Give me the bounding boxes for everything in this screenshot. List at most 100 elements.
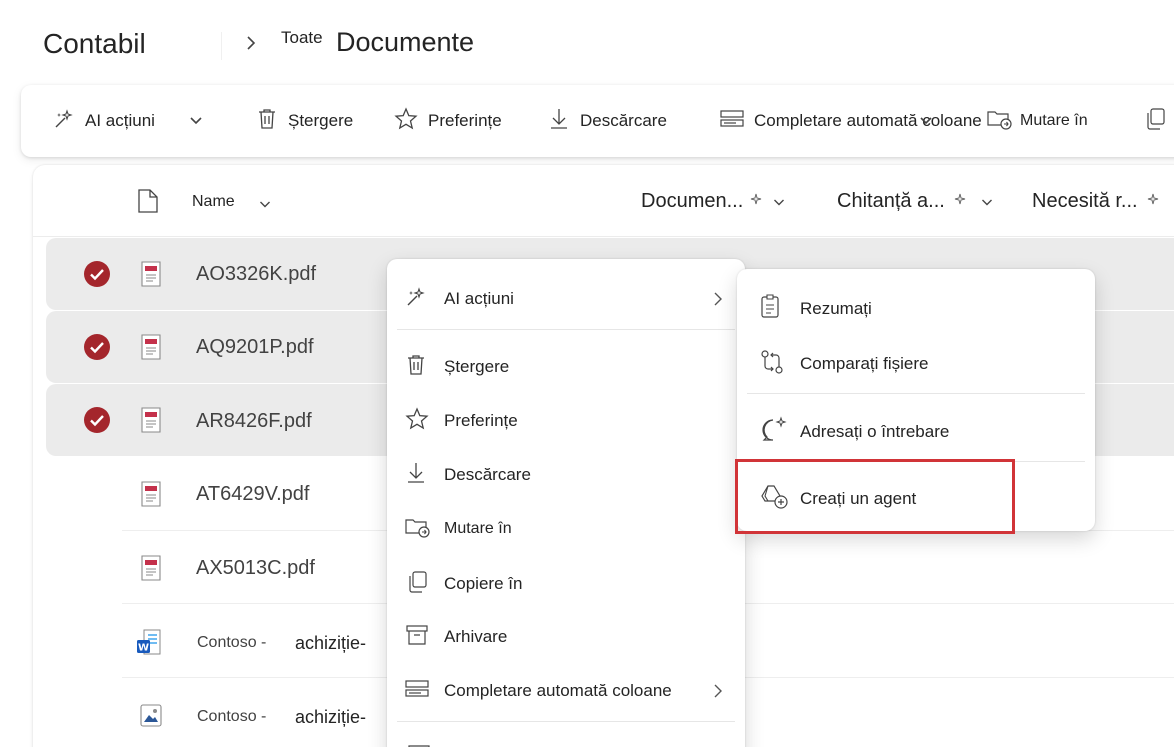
column-header-label: Chitanță a...	[837, 190, 945, 212]
file-name[interactable]: AQ9201P.pdf	[196, 336, 314, 359]
menu-item-label: Completare automată coloane	[444, 681, 672, 700]
trash-icon	[256, 107, 278, 136]
svg-text:W: W	[138, 643, 149, 654]
menu-item-label: AI acțiuni	[444, 289, 514, 308]
checkmark-icon[interactable]	[83, 406, 111, 439]
star-icon	[405, 406, 429, 436]
menu-item-ai-actions[interactable]: AI acțiuni	[405, 281, 733, 317]
file-name-continued[interactable]: achiziție-	[287, 633, 375, 654]
download-label: Descărcare	[580, 111, 667, 130]
checkmark-icon[interactable]	[83, 333, 111, 366]
image-file-icon	[140, 703, 162, 734]
autofill-columns-icon	[405, 679, 429, 704]
menu-item-label: Copiere în	[444, 574, 523, 593]
breadcrumb-view-label[interactable]: Toate	[281, 28, 323, 48]
trash-icon	[405, 353, 427, 382]
favorites-button[interactable]: Preferințe	[394, 85, 502, 157]
chevron-down-icon[interactable]	[259, 196, 271, 214]
submenu-item-label: Comparați fișiere	[800, 354, 929, 373]
copy-to-button[interactable]	[1143, 85, 1167, 157]
chat-sparkle-icon	[759, 415, 787, 449]
column-header-name[interactable]: Name	[192, 193, 235, 211]
move-to-label: Mutare în	[1020, 112, 1088, 129]
menu-divider	[397, 329, 735, 330]
download-icon	[405, 461, 427, 490]
menu-item-archive[interactable]: Arhivare	[405, 619, 733, 655]
column-header-receipt[interactable]: Chitanță a...	[837, 190, 993, 213]
submenu-item-compare-files[interactable]: Comparați fișiere	[759, 346, 1083, 382]
autofill-columns-label: Completare automată coloane	[754, 111, 982, 130]
file-name[interactable]: AO3326K.pdf	[196, 263, 316, 286]
column-header-label: Necesită r...	[1032, 190, 1138, 212]
submenu-item-label: Rezumați	[800, 299, 872, 318]
column-header-requires[interactable]: Necesită r...	[1032, 190, 1160, 213]
chevron-right-icon	[713, 683, 723, 704]
file-name[interactable]: Contoso -	[197, 634, 266, 652]
menu-item-move-to[interactable]: Mutare în	[405, 511, 733, 547]
file-name-continued[interactable]: achiziție-	[287, 707, 375, 728]
menu-item-download[interactable]: Descărcare	[405, 457, 733, 493]
submenu-item-summarize[interactable]: Rezumați	[759, 291, 1083, 327]
sparkle-icon	[953, 190, 967, 213]
submenu-item-ask-question[interactable]: Adresați o întrebare	[759, 414, 1083, 450]
ai-actions-label: AI acțiuni	[85, 111, 155, 130]
copy-icon	[1143, 107, 1167, 136]
move-to-button[interactable]: Mutare în	[987, 85, 1088, 157]
breadcrumb-divider	[221, 32, 222, 60]
menu-item-autofill-columns[interactable]: Completare automată coloane	[405, 673, 733, 709]
highlight-box	[735, 459, 1015, 534]
download-button[interactable]: Descărcare	[548, 85, 667, 157]
file-name[interactable]: AX5013C.pdf	[196, 557, 315, 580]
file-name[interactable]: AR8426F.pdf	[196, 410, 312, 433]
submenu-item-label: Adresați o întrebare	[800, 422, 950, 441]
column-header-document[interactable]: Documen...	[641, 190, 785, 213]
menu-item-label: Mutare în	[444, 520, 512, 537]
menu-divider	[397, 721, 735, 722]
sparkle-icon	[1146, 190, 1160, 213]
autofill-columns-icon	[720, 109, 744, 134]
folder-move-icon	[987, 108, 1013, 135]
chevron-right-icon	[713, 291, 723, 312]
chevron-down-icon[interactable]	[189, 111, 203, 131]
chevron-down-icon[interactable]	[981, 190, 993, 213]
sparkle-wand-icon	[405, 286, 427, 313]
favorites-label: Preferințe	[428, 111, 502, 130]
download-icon	[548, 107, 570, 136]
word-file-icon: W	[136, 629, 162, 660]
menu-item-delete[interactable]: Ștergere	[405, 349, 733, 385]
breadcrumb-site[interactable]: Contabil	[43, 28, 146, 60]
menu-item-favorites[interactable]: Preferințe	[405, 403, 733, 439]
breadcrumb: Contabil Toate Documente	[43, 26, 643, 66]
menu-item-label: Ștergere	[444, 357, 510, 376]
folder-move-icon	[405, 516, 431, 543]
pdf-file-icon	[140, 481, 162, 512]
copy-icon	[405, 570, 429, 599]
menu-item-label: Descărcare	[444, 465, 531, 484]
pdf-file-icon	[140, 334, 162, 365]
chevron-down-icon[interactable]	[773, 190, 785, 213]
chevron-down-icon[interactable]	[919, 85, 933, 157]
menu-item-copy-to[interactable]: Copiere în	[405, 566, 733, 602]
ai-actions-button[interactable]: AI acțiuni	[53, 85, 203, 157]
column-header-label: Documen...	[641, 190, 744, 212]
file-name[interactable]: Contoso -	[197, 708, 266, 726]
sparkle-wand-icon	[53, 108, 75, 135]
context-menu: AI acțiuni Ștergere Preferințe Descărcar…	[387, 259, 745, 747]
menu-item-label: Arhivare	[444, 627, 508, 646]
checkmark-icon[interactable]	[83, 260, 111, 293]
menu-divider	[747, 393, 1085, 394]
menu-item-partial-icon	[407, 741, 431, 747]
file-type-icon[interactable]	[137, 188, 159, 219]
compare-icon	[759, 349, 785, 380]
chevron-right-icon	[244, 34, 258, 57]
pdf-file-icon	[140, 407, 162, 438]
breadcrumb-library[interactable]: Documente	[336, 27, 474, 58]
archive-icon	[405, 623, 429, 652]
list-header: Name Documen... Chitanță a... Necesită r…	[33, 165, 1174, 237]
autofill-columns-button[interactable]: Completare automată coloane	[720, 85, 982, 157]
file-name[interactable]: AT6429V.pdf	[196, 483, 309, 506]
menu-item-label: Preferințe	[444, 411, 518, 430]
pdf-file-icon	[140, 555, 162, 586]
pdf-file-icon	[140, 261, 162, 292]
delete-button[interactable]: Ștergere	[256, 85, 353, 157]
